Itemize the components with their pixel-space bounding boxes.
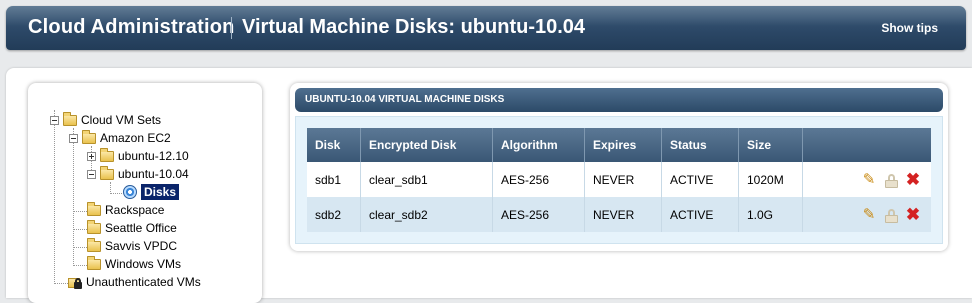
tree-node-rackspace[interactable]: Rackspace bbox=[87, 201, 165, 218]
tree-node-label: ubuntu-10.04 bbox=[118, 167, 189, 181]
tree-guide-line bbox=[73, 211, 87, 212]
tree-node-label: Disks bbox=[141, 184, 180, 200]
delete-x-icon[interactable]: ✖ bbox=[905, 206, 921, 223]
column-header-expires[interactable]: Expires bbox=[584, 128, 662, 162]
tree-node-label: Unauthenticated VMs bbox=[86, 275, 201, 289]
column-header-algorithm[interactable]: Algorithm bbox=[492, 128, 585, 162]
lock-icon[interactable] bbox=[883, 172, 899, 188]
table-header-row: Disk Encrypted Disk Algorithm Expires St… bbox=[307, 128, 931, 162]
cell-encrypted-disk: clear_sdb1 bbox=[360, 162, 493, 197]
tree-guide-line bbox=[54, 110, 55, 284]
cell-status: ACTIVE bbox=[661, 197, 739, 232]
tree-guide-line bbox=[110, 193, 122, 194]
tree-node-amazon-ec2[interactable]: Amazon EC2 bbox=[69, 129, 171, 146]
tree-node-label: Cloud VM Sets bbox=[81, 113, 162, 127]
folder-icon bbox=[87, 201, 101, 216]
tree-node-label: ubuntu-12.10 bbox=[118, 149, 189, 163]
cell-size: 1.0G bbox=[738, 197, 803, 232]
cell-actions: ✎ ✖ bbox=[802, 197, 931, 232]
column-header-actions bbox=[802, 128, 931, 162]
tree-node-unauthenticated-vms[interactable]: Unauthenticated VMs bbox=[68, 274, 201, 290]
edit-pencil-icon[interactable]: ✎ bbox=[861, 171, 877, 188]
tree-guide-line bbox=[73, 265, 87, 266]
tree-node-windows-vms[interactable]: Windows VMs bbox=[87, 255, 182, 272]
disks-panel-title: UBUNTU-10.04 VIRTUAL MACHINE DISKS bbox=[295, 88, 943, 112]
column-header-status[interactable]: Status bbox=[661, 128, 739, 162]
collapse-toggle-icon[interactable] bbox=[69, 133, 78, 143]
table-row: sdb2 clear_sdb2 AES-256 NEVER ACTIVE 1.0… bbox=[307, 197, 931, 232]
tree-node-savvis-vpdc[interactable]: Savvis VPDC bbox=[87, 237, 178, 254]
table-row: sdb1 clear_sdb1 AES-256 NEVER ACTIVE 102… bbox=[307, 162, 931, 197]
column-header-disk[interactable]: Disk bbox=[307, 128, 361, 162]
folder-icon bbox=[82, 129, 96, 144]
page-title: Virtual Machine Disks: ubuntu-10.04 bbox=[242, 16, 586, 38]
folder-icon bbox=[100, 165, 114, 180]
disk-icon bbox=[123, 185, 137, 199]
tree-node-label: Seattle Office bbox=[105, 221, 177, 235]
cell-disk: sdb1 bbox=[307, 162, 361, 197]
main-content: Cloud VM Sets Amazon EC2 ubuntu-12.10 ub… bbox=[6, 68, 972, 303]
vm-tree-panel: Cloud VM Sets Amazon EC2 ubuntu-12.10 ub… bbox=[28, 83, 262, 303]
lock-icon[interactable] bbox=[883, 207, 899, 223]
cell-expires: NEVER bbox=[584, 197, 662, 232]
tree-node-label: Rackspace bbox=[105, 203, 165, 217]
disks-panel-body: Disk Encrypted Disk Algorithm Expires St… bbox=[295, 116, 943, 244]
disks-table: Disk Encrypted Disk Algorithm Expires St… bbox=[307, 128, 931, 232]
expand-toggle-icon[interactable] bbox=[87, 151, 96, 161]
tree-guide-line bbox=[73, 128, 74, 266]
tree-node-cloud-vm-sets[interactable]: Cloud VM Sets bbox=[50, 111, 162, 128]
tree-node-ubuntu-12-10[interactable]: ubuntu-12.10 bbox=[87, 147, 189, 164]
delete-x-icon[interactable]: ✖ bbox=[905, 171, 921, 188]
cell-status: ACTIVE bbox=[661, 162, 739, 197]
show-tips-link[interactable]: Show tips bbox=[881, 21, 938, 35]
tree-guide-line bbox=[73, 229, 87, 230]
cell-expires: NEVER bbox=[584, 162, 662, 197]
folder-icon bbox=[87, 237, 101, 252]
app-header: Cloud Administration Virtual Machine Dis… bbox=[6, 6, 966, 50]
cell-actions: ✎ ✖ bbox=[802, 162, 931, 197]
tree-node-disks[interactable]: Disks bbox=[123, 184, 180, 200]
cell-algorithm: AES-256 bbox=[492, 162, 585, 197]
column-header-encrypted-disk[interactable]: Encrypted Disk bbox=[360, 128, 493, 162]
cell-disk: sdb2 bbox=[307, 197, 361, 232]
edit-pencil-icon[interactable]: ✎ bbox=[861, 206, 877, 223]
folder-icon bbox=[63, 111, 77, 126]
cell-size: 1020M bbox=[738, 162, 803, 197]
folder-icon bbox=[87, 219, 101, 234]
app-title: Cloud Administration bbox=[28, 16, 235, 38]
collapse-toggle-icon[interactable] bbox=[87, 169, 96, 179]
tree-node-label: Savvis VPDC bbox=[105, 239, 178, 253]
column-header-size[interactable]: Size bbox=[738, 128, 803, 162]
tree-node-label: Amazon EC2 bbox=[100, 131, 171, 145]
tree-guide-line bbox=[73, 247, 87, 248]
tree-node-seattle-office[interactable]: Seattle Office bbox=[87, 219, 177, 236]
tree-node-ubuntu-10-04[interactable]: ubuntu-10.04 bbox=[87, 165, 189, 182]
tree-guide-line bbox=[54, 283, 68, 284]
cell-encrypted-disk: clear_sdb2 bbox=[360, 197, 493, 232]
locked-folder-icon bbox=[68, 276, 82, 289]
folder-icon bbox=[87, 255, 101, 270]
collapse-toggle-icon[interactable] bbox=[50, 115, 59, 125]
folder-icon bbox=[100, 147, 114, 162]
header-separator bbox=[231, 17, 232, 39]
disks-panel: UBUNTU-10.04 VIRTUAL MACHINE DISKS Disk … bbox=[290, 83, 948, 251]
cell-algorithm: AES-256 bbox=[492, 197, 585, 232]
tree-node-label: Windows VMs bbox=[105, 257, 182, 271]
